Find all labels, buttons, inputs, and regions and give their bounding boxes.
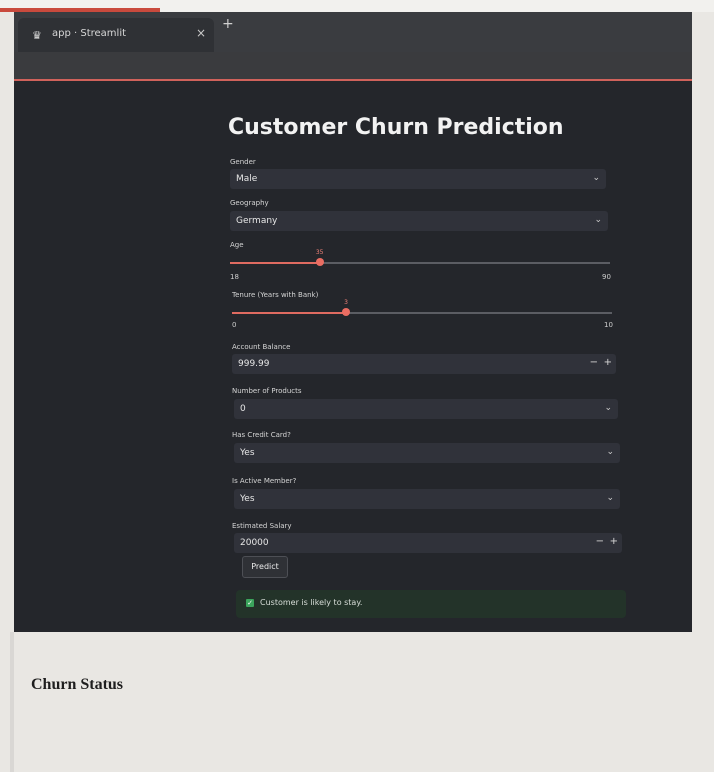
account-balance-label: Account Balance: [232, 343, 291, 351]
decrement-button[interactable]: −: [590, 357, 598, 368]
chevron-down-icon: ⌄: [606, 447, 614, 457]
num-products-label: Number of Products: [232, 387, 302, 395]
age-label: Age: [230, 241, 244, 249]
chevron-down-icon: ⌄: [606, 493, 614, 503]
chevron-down-icon: ⌄: [592, 173, 600, 183]
salary-label: Estimated Salary: [232, 522, 292, 530]
num-products-select[interactable]: 0 ⌄: [234, 399, 618, 419]
page-title: Customer Churn Prediction: [228, 115, 564, 140]
increment-button[interactable]: +: [604, 357, 612, 368]
age-max: 90: [602, 273, 611, 281]
credit-card-select[interactable]: Yes ⌄: [234, 443, 620, 463]
salary-input[interactable]: 20000 − +: [234, 533, 622, 553]
browser-tab[interactable]: ♛ app · Streamlit ×: [18, 18, 214, 52]
gender-label: Gender: [230, 158, 256, 166]
slider-current-value: 35: [315, 249, 324, 256]
active-member-select[interactable]: Yes ⌄: [234, 489, 620, 509]
gender-select[interactable]: Male ⌄: [230, 169, 606, 189]
prediction-result: ✓ Customer is likely to stay.: [236, 590, 626, 618]
slider-fill: [230, 262, 320, 264]
browser-toolbar: [14, 52, 692, 80]
slider-current-value: 3: [344, 299, 348, 306]
tab-close-button[interactable]: ×: [196, 26, 206, 40]
credit-card-value: Yes: [240, 448, 255, 458]
account-balance-value: 999.99: [238, 359, 270, 369]
slider-fill: [232, 312, 346, 314]
geography-label: Geography: [230, 199, 269, 207]
tenure-label: Tenure (Years with Bank): [232, 291, 319, 299]
tenure-max: 10: [604, 321, 613, 329]
salary-value: 20000: [240, 538, 269, 548]
age-min: 18: [230, 273, 239, 281]
tenure-slider[interactable]: 3: [232, 299, 612, 319]
browser-tab-bar: ♛ app · Streamlit × +: [14, 12, 692, 52]
churn-status-heading: Churn Status: [31, 676, 124, 693]
streamlit-crown-icon: ♛: [32, 29, 42, 42]
active-member-label: Is Active Member?: [232, 477, 297, 485]
active-member-value: Yes: [240, 494, 255, 504]
prediction-text: Customer is likely to stay.: [260, 598, 363, 607]
credit-card-label: Has Credit Card?: [232, 431, 291, 439]
gender-value: Male: [236, 174, 258, 184]
chevron-down-icon: ⌄: [594, 215, 602, 225]
decrement-button[interactable]: −: [596, 536, 604, 547]
num-products-value: 0: [240, 404, 246, 414]
chevron-down-icon: ⌄: [604, 403, 612, 413]
browser-window: ♛ app · Streamlit × + Customer Churn Pre…: [14, 12, 692, 632]
streamlit-app: Customer Churn Prediction Gender Male ⌄ …: [14, 81, 692, 632]
new-tab-button[interactable]: +: [222, 16, 234, 32]
slider-handle[interactable]: [315, 258, 324, 266]
geography-select[interactable]: Germany ⌄: [230, 211, 608, 231]
geography-value: Germany: [236, 216, 278, 226]
account-balance-input[interactable]: 999.99 − +: [232, 354, 616, 374]
tab-title: app · Streamlit: [52, 28, 127, 39]
paper-edge: [10, 632, 14, 772]
tenure-min: 0: [232, 321, 237, 329]
checkmark-icon: ✓: [246, 599, 254, 607]
predict-button[interactable]: Predict: [242, 556, 288, 578]
increment-button[interactable]: +: [610, 536, 618, 547]
slider-handle[interactable]: [342, 308, 350, 316]
age-slider[interactable]: 35: [230, 249, 610, 269]
